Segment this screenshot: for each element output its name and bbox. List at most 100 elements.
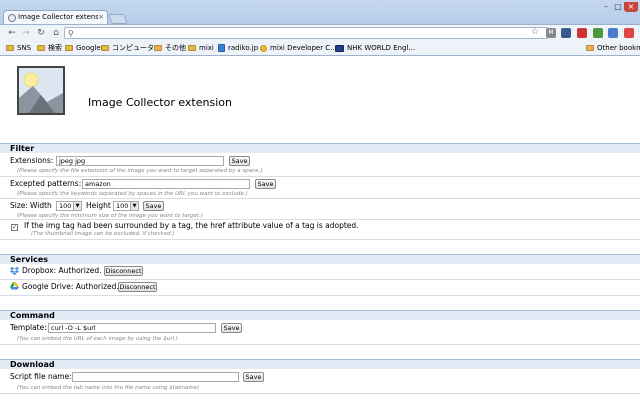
bookmarks-bar: SNS 検索 Google コンピュータ その他 mixi radiko.jp …: [0, 41, 640, 56]
folder-icon: [6, 45, 14, 51]
img-tag-hint: (The thumbnail image can be excluded, if…: [31, 231, 175, 237]
dropbox-status: Dropbox: Authorized.: [22, 266, 102, 275]
tab-title: Image Collector extension: [18, 13, 98, 21]
divider: [0, 219, 640, 220]
maximize-icon[interactable]: □: [612, 2, 624, 12]
bookmark-label: 検索: [48, 44, 62, 52]
other-bookmarks-label: Other bookmarks: [597, 44, 640, 52]
excepted-patterns-hint: (Please specify the keywords separated b…: [17, 191, 248, 197]
extensions-hint: (Please specify the file extension of th…: [17, 168, 263, 174]
extensions-label: Extensions:: [10, 156, 54, 165]
template-hint: (You can embed the URL of each image by …: [17, 336, 178, 342]
bookmark-label: mixi: [199, 44, 214, 52]
tab-close-icon[interactable]: ×: [98, 13, 104, 21]
divider: [0, 176, 640, 177]
bookmark-item[interactable]: radiko.jp: [218, 44, 258, 54]
extension-icon[interactable]: [608, 28, 618, 38]
size-save-button[interactable]: Save: [143, 201, 164, 211]
reload-icon[interactable]: ↻: [35, 27, 47, 39]
home-icon[interactable]: ⌂: [50, 27, 62, 39]
search-icon: ⚲: [68, 29, 74, 38]
bookmark-item[interactable]: NHK WORLD Engl...: [335, 44, 415, 54]
tab-favicon-icon: [8, 14, 16, 22]
excepted-patterns-input[interactable]: amazon: [82, 179, 250, 189]
extension-icon[interactable]: [561, 28, 571, 38]
template-save-button[interactable]: Save: [221, 323, 242, 333]
bookmark-item[interactable]: Google: [65, 44, 101, 54]
size-label: Size:: [10, 201, 28, 210]
bookmark-label: Google: [76, 44, 101, 52]
width-select[interactable]: 100 ▼: [56, 201, 82, 211]
new-tab-button[interactable]: [108, 14, 128, 24]
folder-icon: [101, 45, 109, 51]
extension-badge-icon[interactable]: [577, 28, 587, 38]
template-input[interactable]: curl -O -L $url: [48, 323, 216, 333]
divider: [0, 295, 640, 296]
bookmark-item[interactable]: mixi: [188, 44, 214, 54]
img-tag-checkbox[interactable]: ✓: [11, 224, 18, 231]
divider: [0, 279, 640, 280]
command-heading: Command: [0, 310, 640, 320]
excepted-patterns-save-button[interactable]: Save: [255, 179, 276, 189]
bookmark-item[interactable]: 検索: [37, 44, 62, 54]
folder-icon: [154, 45, 162, 51]
app-logo: [17, 66, 65, 115]
google-drive-disconnect-button[interactable]: Disconnect: [118, 282, 157, 292]
bookmark-item[interactable]: その他: [154, 44, 186, 54]
google-drive-status: Google Drive: Authorized.: [22, 282, 119, 291]
bookmark-label: mixi Developer C...: [270, 44, 337, 52]
bookmark-label: その他: [165, 44, 186, 52]
browser-chrome: Image Collector extension × – □ × ← → ↻ …: [0, 0, 640, 56]
excepted-patterns-label: Excepted patterns:: [10, 179, 82, 188]
folder-icon: [65, 45, 73, 51]
folder-icon: [37, 45, 45, 51]
bookmark-item[interactable]: コンピュータ: [101, 44, 154, 54]
nhk-icon: [335, 44, 344, 52]
mixi-icon: [260, 44, 267, 52]
tab-strip: Image Collector extension × – □ ×: [0, 0, 640, 25]
mountain-image-icon: [19, 68, 63, 113]
browser-tab[interactable]: Image Collector extension ×: [3, 10, 108, 25]
bookmark-label: コンピュータ: [112, 44, 154, 52]
height-label: Height: [86, 201, 111, 210]
height-select-value: 100: [116, 202, 129, 210]
download-heading: Download: [0, 359, 640, 369]
folder-icon: [188, 45, 196, 51]
dropbox-disconnect-button[interactable]: Disconnect: [104, 266, 143, 276]
google-drive-icon: [10, 282, 19, 290]
extension-collector-icon[interactable]: [593, 28, 603, 38]
bookmark-item[interactable]: SNS: [6, 44, 31, 54]
width-select-value: 100: [59, 202, 72, 210]
template-label: Template:: [10, 323, 47, 332]
extensions-input[interactable]: jpeg jpg: [56, 156, 224, 166]
bookmark-star-icon[interactable]: ☆: [531, 27, 539, 37]
other-bookmarks[interactable]: Other bookmarks: [586, 44, 640, 54]
folder-icon: [586, 45, 594, 51]
script-file-name-input[interactable]: [72, 372, 239, 382]
address-bar[interactable]: ⚲: [64, 27, 548, 39]
divider: [0, 393, 640, 394]
bookmark-label: SNS: [17, 44, 32, 52]
forward-arrow-icon[interactable]: →: [20, 27, 32, 39]
divider: [0, 344, 640, 345]
extension-icon[interactable]: [624, 28, 634, 38]
page-title: Image Collector extension: [88, 96, 232, 109]
window-close-icon[interactable]: ×: [624, 2, 638, 12]
bookmark-label: NHK WORLD Engl...: [347, 44, 416, 52]
toolbar: ← → ↻ ⌂ ⚲ ☆ M: [0, 24, 640, 41]
minimize-icon[interactable]: –: [600, 2, 612, 12]
back-arrow-icon[interactable]: ←: [6, 27, 18, 39]
divider: [0, 239, 640, 240]
page-icon: [218, 44, 225, 52]
script-file-name-label: Script file name:: [10, 372, 72, 381]
extensions-save-button[interactable]: Save: [229, 156, 250, 166]
script-file-name-hint: (You can embed the tab name into the fil…: [17, 385, 200, 391]
height-select[interactable]: 100 ▼: [113, 201, 139, 211]
bookmark-item[interactable]: mixi Developer C...: [260, 44, 337, 54]
chevron-down-icon: ▼: [73, 202, 81, 210]
divider: [0, 198, 640, 199]
extension-gmail-icon[interactable]: M: [546, 28, 556, 38]
bookmark-label: radiko.jp: [228, 44, 259, 52]
script-file-name-save-button[interactable]: Save: [243, 372, 264, 382]
services-heading: Services: [0, 254, 640, 264]
